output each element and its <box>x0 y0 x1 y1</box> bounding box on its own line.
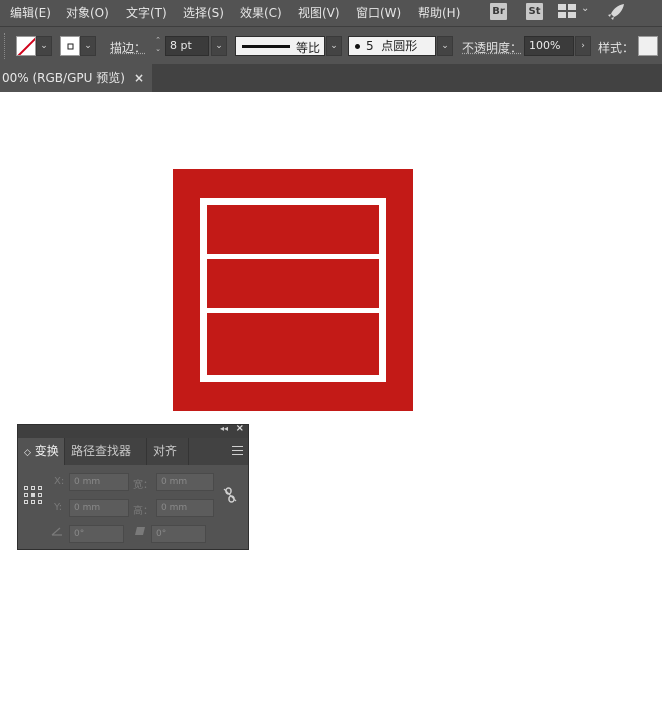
stroke-label[interactable]: 描边： <box>110 39 146 56</box>
stroke-swatch[interactable] <box>60 36 80 56</box>
menu-select[interactable]: 选择(S) <box>183 4 224 21</box>
close-panel-icon[interactable]: × <box>236 423 244 434</box>
tab-options-toggle-icon: ◇ <box>24 448 31 458</box>
menu-help[interactable]: 帮助(H) <box>418 4 460 21</box>
panel-tabs: ◇ 变换 路径查找器 对齐 <box>18 438 248 465</box>
stroke-profile-label: 等比 <box>295 41 320 55</box>
panel-title-bar[interactable]: ◂◂ × <box>18 423 248 438</box>
height-label: 高： <box>133 506 153 517</box>
variable-width-profile-select[interactable]: 等比 <box>235 36 325 56</box>
brush-name: 点圆形 <box>381 39 418 53</box>
graphic-style-swatch[interactable] <box>638 36 658 56</box>
style-label: 样式： <box>598 41 635 55</box>
menu-view[interactable]: 视图(V) <box>298 4 340 21</box>
stroke-weight-input[interactable]: 8 pt <box>165 36 209 56</box>
close-icon[interactable]: × <box>134 64 144 92</box>
menu-object[interactable]: 对象(O) <box>66 4 109 21</box>
red-square-artwork[interactable] <box>173 169 413 411</box>
shear-icon <box>135 527 145 535</box>
x-input[interactable]: 0 mm <box>69 473 129 491</box>
brush-chevron-icon[interactable]: ⌄ <box>437 36 453 56</box>
collapse-panel-icon[interactable]: ◂◂ <box>220 424 228 433</box>
brush-size: 5 <box>366 39 374 53</box>
stock-button[interactable]: St <box>526 3 543 20</box>
constrain-proportions-link-icon[interactable] <box>223 487 237 503</box>
document-tab[interactable]: 00% (RGB/GPU 预览) × <box>0 64 152 92</box>
menu-edit[interactable]: 编辑(E) <box>10 4 51 21</box>
stroke-line-preview <box>242 45 290 48</box>
width-label: 宽： <box>133 480 153 491</box>
shear-input[interactable]: 0° <box>151 525 206 543</box>
control-bar: ⌄ ⌄ 描边： ⌃ ⌄ 8 pt ⌄ 等比 ⌄ 5 点圆形 ⌄ 不透明度： 100… <box>0 26 662 64</box>
white-divider-top[interactable] <box>207 254 379 259</box>
width-input[interactable]: 0 mm <box>156 473 214 491</box>
tab-transform-label: 变换 <box>34 444 59 458</box>
document-tab-title: 00% (RGB/GPU 预览) <box>2 71 125 85</box>
chevron-down-icon[interactable]: ⌄ <box>581 3 589 14</box>
brush-dot-icon <box>355 44 360 49</box>
stroke-weight-chevron-icon[interactable]: ⌄ <box>211 36 227 56</box>
panel-menu-icon[interactable] <box>232 446 243 455</box>
none-fill-icon <box>17 37 35 55</box>
profile-chevron-icon[interactable]: ⌄ <box>326 36 342 56</box>
white-frame-artwork[interactable] <box>200 198 386 382</box>
tab-pathfinder[interactable]: 路径查找器 <box>65 438 147 465</box>
x-label: X: <box>54 476 65 487</box>
y-input[interactable]: 0 mm <box>69 499 129 517</box>
opacity-label[interactable]: 不透明度： <box>462 39 522 56</box>
fill-swatch[interactable] <box>16 36 36 56</box>
opacity-arrow-icon[interactable]: › <box>575 36 591 56</box>
document-tab-bar: 00% (RGB/GPU 预览) × <box>0 64 662 92</box>
menu-bar: 编辑(E) 对象(O) 文字(T) 选择(S) 效果(C) 视图(V) 窗口(W… <box>0 0 662 26</box>
rotate-input[interactable]: 0° <box>69 525 124 543</box>
height-input[interactable]: 0 mm <box>156 499 214 517</box>
rotate-angle-icon <box>51 527 62 536</box>
transform-panel: ◂◂ × ◇ 变换 路径查找器 对齐 X: 0 mm 宽： 0 mm Y: 0 … <box>17 423 249 550</box>
workspace-layout-icon[interactable] <box>558 4 576 18</box>
tab-align[interactable]: 对齐 <box>147 438 189 465</box>
rocket-icon[interactable] <box>606 2 626 22</box>
stroke-square-icon <box>67 43 74 50</box>
y-label: Y: <box>54 502 63 513</box>
opacity-input[interactable]: 100% <box>524 36 574 56</box>
menu-type[interactable]: 文字(T) <box>126 4 167 21</box>
stroke-weight-spinner-icon[interactable]: ⌃ ⌄ <box>152 36 164 56</box>
brush-definition-select[interactable]: 5 点圆形 <box>348 36 436 56</box>
fill-dropdown-chevron-icon[interactable]: ⌄ <box>36 36 52 56</box>
menu-effect[interactable]: 效果(C) <box>240 4 282 21</box>
menu-window[interactable]: 窗口(W) <box>356 4 401 21</box>
reference-point-icon[interactable] <box>24 486 42 504</box>
bridge-button[interactable]: Br <box>490 3 507 20</box>
control-bar-grip[interactable] <box>4 33 7 59</box>
tab-transform[interactable]: ◇ 变换 <box>18 438 65 465</box>
white-divider-bottom[interactable] <box>207 308 379 313</box>
stroke-dropdown-chevron-icon[interactable]: ⌄ <box>80 36 96 56</box>
